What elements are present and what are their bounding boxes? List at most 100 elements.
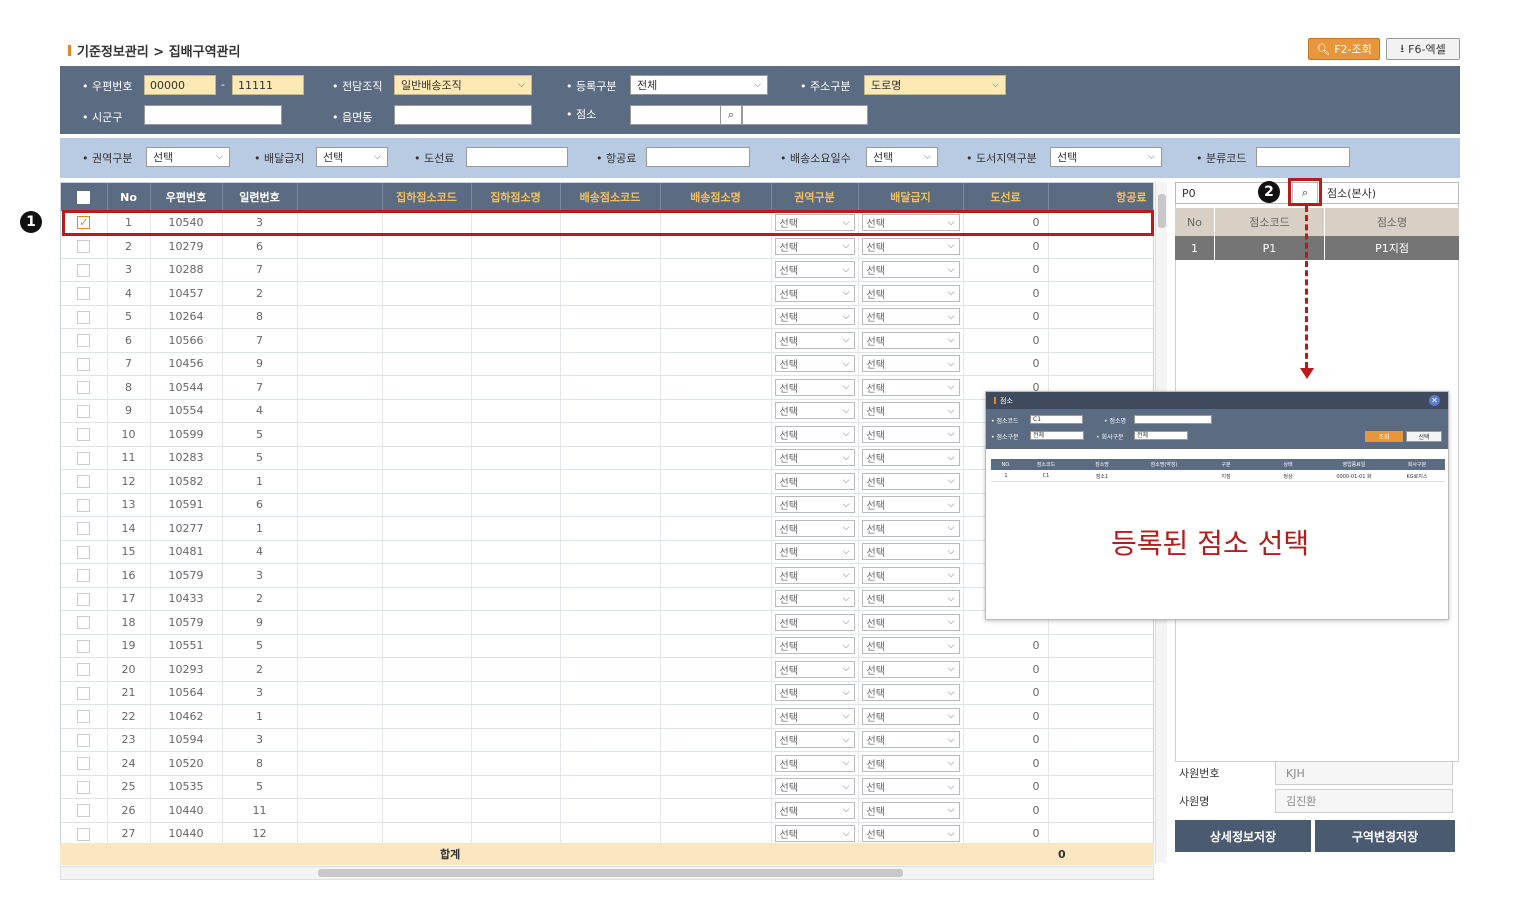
- column-header[interactable]: 권역구분: [771, 183, 859, 211]
- grid-select[interactable]: 선택 ⌵: [861, 754, 960, 772]
- grid-select[interactable]: 선택 ⌵: [774, 590, 855, 608]
- grid-select[interactable]: 선택 ⌵: [861, 237, 960, 255]
- row-select-cell[interactable]: [61, 446, 108, 470]
- row-select-cell[interactable]: [61, 798, 108, 823]
- reg-select[interactable]: 전체 ⌵: [630, 75, 768, 95]
- popup-name-input[interactable]: [1134, 415, 1212, 424]
- column-header[interactable]: 영업종료일: [1319, 459, 1389, 470]
- row-select-cell[interactable]: [61, 469, 108, 494]
- row-select-cell[interactable]: [61, 258, 108, 282]
- row-checkbox[interactable]: [77, 827, 91, 841]
- row-select-cell[interactable]: [61, 281, 108, 306]
- table-row[interactable]: 6 10566 7 선택 ⌵ 선택 ⌵ 0: [61, 328, 1153, 353]
- row-checkbox[interactable]: [77, 451, 91, 465]
- row-select-cell[interactable]: [61, 234, 108, 259]
- table-row[interactable]: 7 10456 9 선택 ⌵ 선택 ⌵ 0: [61, 352, 1153, 376]
- grid-select[interactable]: 선택 ⌵: [774, 331, 855, 349]
- grid-select[interactable]: 선택 ⌵: [774, 425, 855, 443]
- grid-select[interactable]: 선택 ⌵: [774, 731, 855, 749]
- grid-select[interactable]: 선택 ⌵: [861, 637, 960, 655]
- row-select-cell[interactable]: [61, 516, 108, 541]
- row-checkbox[interactable]: [77, 498, 91, 512]
- row-checkbox[interactable]: [77, 639, 91, 653]
- grid-select[interactable]: 선택 ⌵: [774, 261, 855, 279]
- island-fee-input[interactable]: [466, 147, 568, 167]
- branch-name-input[interactable]: [742, 105, 868, 125]
- row-checkbox[interactable]: [77, 733, 91, 747]
- grid-select[interactable]: 선택 ⌵: [861, 425, 960, 443]
- table-row[interactable]: 25 10535 5 선택 ⌵ 선택 ⌵ 0: [61, 775, 1153, 799]
- row-select-cell[interactable]: [61, 305, 108, 329]
- class-code-input[interactable]: [1256, 147, 1350, 167]
- row-select-cell[interactable]: [61, 540, 108, 564]
- grid-select[interactable]: 선택 ⌵: [774, 308, 855, 326]
- grid-select[interactable]: 선택 ⌵: [774, 284, 855, 302]
- grid-select[interactable]: 선택 ⌵: [774, 660, 855, 678]
- grid-select[interactable]: 선택 ⌵: [774, 519, 855, 537]
- popup-code-input[interactable]: C1: [1030, 415, 1083, 424]
- select-all-checkbox[interactable]: [77, 190, 91, 204]
- popup-search-button[interactable]: 조회: [1365, 431, 1403, 442]
- grid-select[interactable]: 선택 ⌵: [774, 543, 855, 561]
- table-row[interactable]: 22 10462 1 선택 ⌵ 선택 ⌵ 0: [61, 704, 1153, 729]
- row-select-cell[interactable]: [61, 657, 108, 682]
- air-fee-input[interactable]: [646, 147, 750, 167]
- grid-select[interactable]: 선택 ⌵: [861, 449, 960, 467]
- close-icon[interactable]: ✕: [1429, 395, 1440, 406]
- grid-select[interactable]: 선택 ⌵: [774, 825, 855, 843]
- branch-list-row[interactable]: 1 P1 P1지점: [1175, 236, 1459, 260]
- grid-select[interactable]: 선택 ⌵: [861, 778, 960, 796]
- grid-select[interactable]: 선택 ⌵: [861, 496, 960, 514]
- row-checkbox[interactable]: [77, 804, 91, 817]
- popup-grid-row[interactable]: 1 C1 점소1 지점 정상 0000-01-01 화 KG로지스: [991, 471, 1445, 482]
- grid-select[interactable]: 선택 ⌵: [774, 402, 855, 420]
- column-header[interactable]: 집하점소명: [471, 183, 561, 211]
- column-header[interactable]: 점소명: [1071, 459, 1133, 470]
- zip-to-input[interactable]: 11111: [232, 75, 304, 95]
- branch-code-input[interactable]: [630, 105, 722, 125]
- eupmyeon-input[interactable]: [394, 105, 532, 125]
- grid-select[interactable]: 선택 ⌵: [861, 731, 960, 749]
- row-select-cell[interactable]: [61, 681, 108, 705]
- column-header[interactable]: 점소명(약칭): [1133, 459, 1195, 470]
- days-select[interactable]: 선택 ⌵: [866, 147, 938, 167]
- row-select-cell[interactable]: [61, 775, 108, 799]
- row-checkbox[interactable]: [77, 381, 91, 394]
- table-row[interactable]: 23 10594 3 선택 ⌵ 선택 ⌵ 0: [61, 728, 1153, 752]
- grid-select[interactable]: 선택 ⌵: [861, 684, 960, 702]
- row-checkbox[interactable]: [77, 357, 91, 371]
- grid-select[interactable]: 선택 ⌵: [774, 449, 855, 467]
- grid-select[interactable]: 선택 ⌵: [774, 472, 855, 490]
- column-header[interactable]: 회사구분: [1389, 459, 1445, 470]
- table-row[interactable]: 4 10457 2 선택 ⌵ 선택 ⌵ 0: [61, 281, 1153, 306]
- table-row[interactable]: 5 10264 8 선택 ⌵ 선택 ⌵ 0: [61, 305, 1153, 329]
- column-header[interactable]: 집하점소코드: [382, 183, 472, 211]
- column-header[interactable]: 우편번호: [150, 183, 223, 211]
- table-row[interactable]: 27 10440 12 선택 ⌵ 선택 ⌵ 0: [61, 822, 1153, 846]
- grid-select[interactable]: 선택 ⌵: [861, 566, 960, 584]
- row-select-cell[interactable]: [61, 399, 108, 423]
- column-header[interactable]: 도선료: [963, 183, 1049, 211]
- row-checkbox[interactable]: [77, 522, 91, 535]
- popup-select-button[interactable]: 선택: [1406, 431, 1442, 442]
- column-header[interactable]: 상태: [1257, 459, 1319, 470]
- scroll-thumb[interactable]: [1158, 194, 1166, 228]
- row-select-cell[interactable]: [61, 422, 108, 447]
- row-select-cell[interactable]: [61, 493, 108, 517]
- grid-select[interactable]: 선택 ⌵: [861, 590, 960, 608]
- row-checkbox[interactable]: [77, 404, 91, 418]
- column-header[interactable]: [297, 183, 383, 211]
- grid-select[interactable]: 선택 ⌵: [774, 378, 855, 396]
- delivery-select[interactable]: 선택 ⌵: [316, 147, 388, 167]
- branch-name-field[interactable]: 점소(본사): [1320, 182, 1459, 204]
- grid-select[interactable]: 선택 ⌵: [774, 778, 855, 796]
- row-select-cell[interactable]: [61, 634, 108, 658]
- grid-select[interactable]: 선택 ⌵: [774, 637, 855, 655]
- column-header[interactable]: 점소코드: [1021, 459, 1071, 470]
- excel-button[interactable]: ⭳ F6-엑셀: [1386, 38, 1460, 60]
- sigungu-input[interactable]: [144, 105, 282, 125]
- row-select-cell[interactable]: [61, 375, 108, 400]
- grid-select[interactable]: 선택 ⌵: [774, 566, 855, 584]
- grid-select[interactable]: 선택 ⌵: [774, 707, 855, 725]
- island-region-select[interactable]: 선택 ⌵: [1050, 147, 1162, 167]
